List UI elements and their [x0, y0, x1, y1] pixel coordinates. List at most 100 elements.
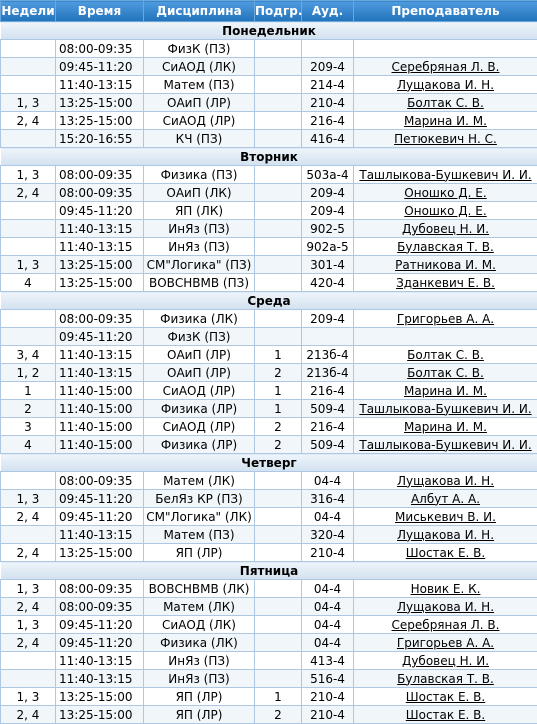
subject-cell: ИнЯз (ПЗ)	[144, 652, 255, 670]
weeks-cell	[1, 202, 56, 220]
subgroup-cell	[255, 238, 302, 256]
room-cell: 216-4	[302, 112, 354, 130]
teacher-link[interactable]: Ташлыкова-Бушкевич И. И.	[359, 402, 531, 416]
subject-cell: ЯП (ЛК)	[144, 202, 255, 220]
teacher-link[interactable]: Ташлыкова-Бушкевич И. И.	[359, 438, 531, 452]
weeks-cell: 1, 3	[1, 688, 56, 706]
subject-cell: Физика (ЛР)	[144, 436, 255, 454]
lesson-row: 15:20-16:55КЧ (ПЗ)416-4Петюкевич Н. С.	[1, 130, 537, 148]
teacher-cell: Серебряная Л. В.	[354, 58, 537, 76]
weeks-cell: 4	[1, 436, 56, 454]
subject-cell: ОАиП (ЛР)	[144, 94, 255, 112]
teacher-link[interactable]: Серебряная Л. В.	[392, 60, 500, 74]
teacher-cell: Шостак Е. В.	[354, 706, 537, 724]
room-cell: 420-4	[302, 274, 354, 292]
time-cell: 13:25-15:00	[56, 256, 144, 274]
teacher-link[interactable]: Лущакова И. Н.	[397, 78, 494, 92]
teacher-cell: Миськевич В. И.	[354, 508, 537, 526]
subject-cell: ОАиП (ЛР)	[144, 364, 255, 382]
header-subject[interactable]: Дисциплина	[144, 1, 255, 22]
teacher-link[interactable]: Григорьев А. А.	[397, 312, 494, 326]
teacher-link[interactable]: Марина И. М.	[404, 114, 487, 128]
room-cell: 04-4	[302, 472, 354, 490]
subgroup-cell: 1	[255, 346, 302, 364]
room-cell: 04-4	[302, 580, 354, 598]
teacher-link[interactable]: Шостак Е. В.	[406, 690, 485, 704]
time-cell: 08:00-09:35	[56, 472, 144, 490]
teacher-link[interactable]: Серебряная Л. В.	[392, 618, 500, 632]
header-subgroup[interactable]: Подгр.	[255, 1, 302, 22]
lesson-row: 09:45-11:20ФизК (ПЗ)	[1, 328, 537, 346]
teacher-link[interactable]: Миськевич В. И.	[395, 510, 496, 524]
lesson-row: 1, 313:25-15:00ЯП (ЛР)1210-4Шостак Е. В.	[1, 688, 537, 706]
teacher-cell: Ратникова И. М.	[354, 256, 537, 274]
header-time[interactable]: Время	[56, 1, 144, 22]
teacher-link[interactable]: Новик Е. К.	[411, 582, 481, 596]
teacher-link[interactable]: Оношко Д. Е.	[404, 186, 486, 200]
teacher-link[interactable]: Болтак С. В.	[407, 96, 484, 110]
subgroup-cell	[255, 472, 302, 490]
teacher-cell: Ташлыкова-Бушкевич И. И.	[354, 436, 537, 454]
lesson-row: 11:40-13:15ИнЯз (ПЗ)516-4Булавская Т. В.	[1, 670, 537, 688]
subject-cell: ВОВСНВМВ (ЛК)	[144, 580, 255, 598]
teacher-link[interactable]: Лущакова И. Н.	[397, 600, 494, 614]
lesson-row: 2, 413:25-15:00ЯП (ЛР)2210-4Шостак Е. В.	[1, 706, 537, 724]
subject-cell: Физика (ПЗ)	[144, 166, 255, 184]
header-room[interactable]: Ауд.	[302, 1, 354, 22]
teacher-link[interactable]: Дубовец Н. И.	[402, 654, 489, 668]
teacher-link[interactable]: Лущакова И. Н.	[397, 528, 494, 542]
time-cell: 13:25-15:00	[56, 274, 144, 292]
room-cell: 516-4	[302, 670, 354, 688]
weeks-cell: 3, 4	[1, 346, 56, 364]
room-cell: 216-4	[302, 418, 354, 436]
subject-cell: ИнЯз (ПЗ)	[144, 670, 255, 688]
teacher-link[interactable]: Марина И. М.	[404, 420, 487, 434]
time-cell: 11:40-15:00	[56, 436, 144, 454]
teacher-link[interactable]: Дубовец Н. И.	[402, 222, 489, 236]
teacher-link[interactable]: Булавская Т. В.	[397, 240, 494, 254]
subgroup-cell	[255, 490, 302, 508]
teacher-link[interactable]: Булавская Т. В.	[397, 672, 494, 686]
lesson-row: 2, 408:00-09:35Матем (ЛК)04-4Лущакова И.…	[1, 598, 537, 616]
header-teacher[interactable]: Преподаватель	[354, 1, 537, 22]
subject-cell: Матем (ПЗ)	[144, 526, 255, 544]
time-cell: 11:40-15:00	[56, 418, 144, 436]
teacher-link[interactable]: Болтак С. В.	[407, 348, 484, 362]
teacher-link[interactable]: Албут А. А.	[411, 492, 480, 506]
weeks-cell: 1, 3	[1, 580, 56, 598]
time-cell: 13:25-15:00	[56, 112, 144, 130]
teacher-cell: Албут А. А.	[354, 490, 537, 508]
day-name: Вторник	[1, 148, 537, 166]
subject-cell: Физика (ЛК)	[144, 310, 255, 328]
room-cell: 04-4	[302, 508, 354, 526]
room-cell: 210-4	[302, 94, 354, 112]
teacher-link[interactable]: Григорьев А. А.	[397, 636, 494, 650]
teacher-cell: Григорьев А. А.	[354, 310, 537, 328]
header-weeks[interactable]: Недели	[1, 1, 56, 22]
teacher-cell: Болтак С. В.	[354, 364, 537, 382]
subject-cell: ИнЯз (ПЗ)	[144, 220, 255, 238]
subgroup-cell	[255, 76, 302, 94]
lesson-row: 08:00-09:35Матем (ЛК) 04-4 Лущакова И. Н.	[1, 472, 537, 490]
time-cell: 13:25-15:00	[56, 544, 144, 562]
teacher-link[interactable]: Болтак С. В.	[407, 366, 484, 380]
lesson-row: 1, 309:45-11:20БелЯз КР (ПЗ)316-4Албут А…	[1, 490, 537, 508]
teacher-link[interactable]: Лущакова И. Н.	[397, 474, 494, 488]
teacher-link[interactable]: Ташлыкова-Бушкевич И. И.	[359, 168, 531, 182]
room-cell: 413-4	[302, 652, 354, 670]
room-cell: 301-4	[302, 256, 354, 274]
time-cell: 11:40-13:15	[56, 364, 144, 382]
teacher-link[interactable]: Ратникова И. М.	[395, 258, 496, 272]
room-cell: 509-4	[302, 436, 354, 454]
room-cell: 902-5	[302, 220, 354, 238]
teacher-link[interactable]: Шостак Е. В.	[406, 708, 485, 722]
subject-cell: Матем (ЛК)	[144, 472, 255, 490]
weeks-cell	[1, 220, 56, 238]
teacher-link[interactable]: Петюкевич Н. С.	[394, 132, 497, 146]
teacher-link[interactable]: Шостак Е. В.	[406, 546, 485, 560]
teacher-link[interactable]: Марина И. М.	[404, 384, 487, 398]
teacher-link[interactable]: Оношко Д. Е.	[404, 204, 486, 218]
subgroup-cell	[255, 112, 302, 130]
teacher-link[interactable]: Зданкевич Е. В.	[396, 276, 495, 290]
lesson-row: 411:40-15:00Физика (ЛР)2509-4Ташлыкова-Б…	[1, 436, 537, 454]
